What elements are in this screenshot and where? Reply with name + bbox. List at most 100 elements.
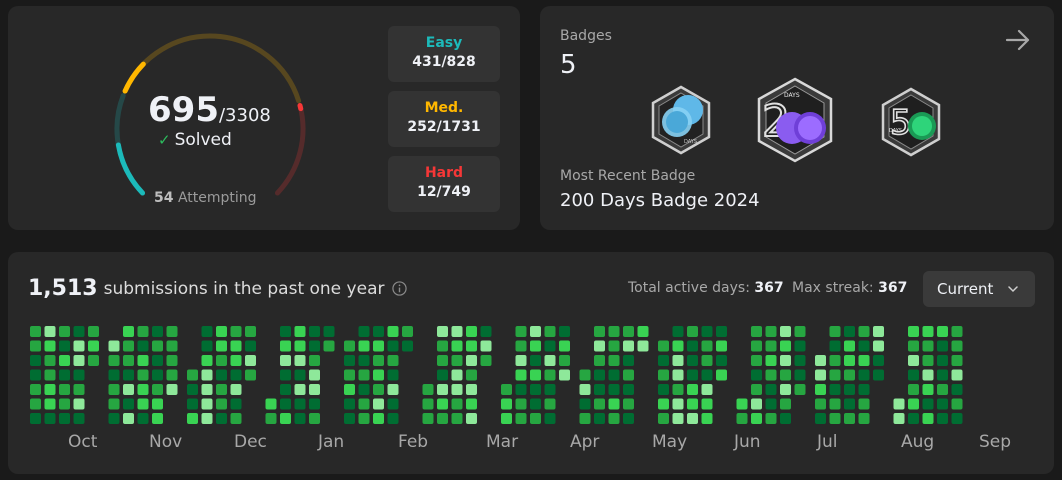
heatmap-cell[interactable]	[373, 369, 384, 381]
heatmap-cell[interactable]	[59, 398, 70, 410]
heatmap-cell[interactable]	[88, 326, 99, 337]
heatmap-cell[interactable]	[844, 355, 855, 366]
heatmap-cell[interactable]	[280, 413, 291, 424]
heatmap-cell[interactable]	[358, 398, 370, 410]
heatmap-cell[interactable]	[245, 326, 256, 337]
heatmap-cell[interactable]	[387, 384, 399, 395]
heatmap-cell[interactable]	[794, 355, 806, 366]
heatmap-cell[interactable]	[687, 340, 698, 352]
heatmap-cell[interactable]	[922, 340, 934, 352]
heatmap-cell[interactable]	[893, 398, 905, 410]
heatmap-cell[interactable]	[937, 355, 948, 366]
heatmap-cell[interactable]	[387, 340, 399, 352]
heatmap-cell[interactable]	[908, 384, 919, 395]
heatmap-cell[interactable]	[579, 384, 591, 395]
heatmap-cell[interactable]	[44, 384, 56, 395]
heatmap-cell[interactable]	[294, 340, 306, 352]
heatmap-cell[interactable]	[373, 398, 384, 410]
heatmap-cell[interactable]	[594, 326, 605, 337]
heatmap-cell[interactable]	[780, 355, 791, 366]
heatmap-cell[interactable]	[437, 384, 448, 395]
heatmap-cell[interactable]	[937, 326, 948, 337]
heatmap-cell[interactable]	[716, 340, 727, 352]
heatmap-cell[interactable]	[344, 384, 355, 395]
heatmap-cell[interactable]	[701, 340, 713, 352]
medium-stat[interactable]: Med. 252/1731	[388, 91, 500, 147]
heatmap-cell[interactable]	[829, 413, 841, 424]
heatmap-cell[interactable]	[515, 398, 527, 410]
heatmap-cell[interactable]	[294, 355, 306, 366]
heatmap-cell[interactable]	[844, 326, 855, 337]
heatmap-cell[interactable]	[873, 355, 884, 366]
heatmap-cell[interactable]	[701, 384, 713, 395]
200-days-badge-icon[interactable]: DAYS 2	[754, 76, 836, 164]
heatmap-cell[interactable]	[780, 384, 791, 395]
heatmap-cell[interactable]	[187, 369, 198, 381]
heatmap-cell[interactable]	[544, 355, 556, 366]
heatmap-cell[interactable]	[858, 340, 870, 352]
heatmap-cell[interactable]	[937, 340, 948, 352]
heatmap-cell[interactable]	[59, 340, 70, 352]
heatmap-cell[interactable]	[951, 384, 963, 395]
heatmap-cell[interactable]	[152, 369, 163, 381]
heatmap-cell[interactable]	[201, 369, 213, 381]
heatmap-cell[interactable]	[672, 384, 684, 395]
heatmap-cell[interactable]	[187, 398, 198, 410]
heatmap-cell[interactable]	[73, 369, 85, 381]
heatmap-cell[interactable]	[794, 369, 806, 381]
heatmap-cell[interactable]	[437, 355, 448, 366]
heatmap-cell[interactable]	[451, 398, 463, 410]
heatmap-cell[interactable]	[765, 398, 777, 410]
heatmap-cell[interactable]	[701, 326, 713, 337]
heatmap-cell[interactable]	[59, 413, 70, 424]
heatmap-cell[interactable]	[216, 340, 227, 352]
heatmap-cell[interactable]	[623, 413, 634, 424]
heatmap-cell[interactable]	[358, 384, 370, 395]
heatmap-cell[interactable]	[123, 398, 134, 410]
heatmap-cell[interactable]	[623, 398, 634, 410]
heatmap-cell[interactable]	[780, 398, 791, 410]
heatmap-cell[interactable]	[201, 398, 213, 410]
heatmap-cell[interactable]	[44, 369, 56, 381]
heatmap-cell[interactable]	[501, 384, 512, 395]
heatmap-cell[interactable]	[515, 384, 527, 395]
heatmap-cell[interactable]	[73, 413, 85, 424]
heatmap-cell[interactable]	[937, 398, 948, 410]
heatmap-cell[interactable]	[152, 326, 163, 337]
heatmap-cell[interactable]	[358, 340, 370, 352]
heatmap-cell[interactable]	[815, 413, 826, 424]
heatmap-cell[interactable]	[88, 340, 99, 352]
heatmap-cell[interactable]	[908, 413, 919, 424]
heatmap-cell[interactable]	[137, 384, 149, 395]
heatmap-cell[interactable]	[30, 355, 41, 366]
heatmap-cell[interactable]	[594, 384, 605, 395]
heatmap-cell[interactable]	[765, 369, 777, 381]
heatmap-cell[interactable]	[201, 355, 213, 366]
heatmap-cell[interactable]	[873, 326, 884, 337]
heatmap-cell[interactable]	[951, 413, 963, 424]
heatmap-cell[interactable]	[309, 384, 320, 395]
heatmap-cell[interactable]	[672, 369, 684, 381]
heatmap-cell[interactable]	[608, 355, 620, 366]
heatmap-cell[interactable]	[166, 369, 178, 381]
heatmap-cell[interactable]	[844, 384, 855, 395]
heatmap-cell[interactable]	[608, 326, 620, 337]
heatmap-cell[interactable]	[559, 369, 570, 381]
heatmap-cell[interactable]	[544, 413, 556, 424]
heatmap-cell[interactable]	[422, 384, 434, 395]
heatmap-cell[interactable]	[280, 355, 291, 366]
heatmap-cell[interactable]	[344, 340, 355, 352]
heatmap-cell[interactable]	[265, 413, 277, 424]
heatmap-cell[interactable]	[559, 340, 570, 352]
heatmap-cell[interactable]	[280, 384, 291, 395]
heatmap-cell[interactable]	[402, 340, 413, 352]
heatmap-cell[interactable]	[608, 413, 620, 424]
hard-stat[interactable]: Hard 12/749	[388, 156, 500, 212]
heatmap-cell[interactable]	[515, 326, 527, 337]
heatmap-cell[interactable]	[466, 384, 477, 395]
heatmap-cell[interactable]	[951, 355, 963, 366]
heatmap-cell[interactable]	[451, 369, 463, 381]
heatmap-cell[interactable]	[230, 413, 242, 424]
heatmap-cell[interactable]	[544, 398, 556, 410]
heatmap-cell[interactable]	[765, 326, 777, 337]
